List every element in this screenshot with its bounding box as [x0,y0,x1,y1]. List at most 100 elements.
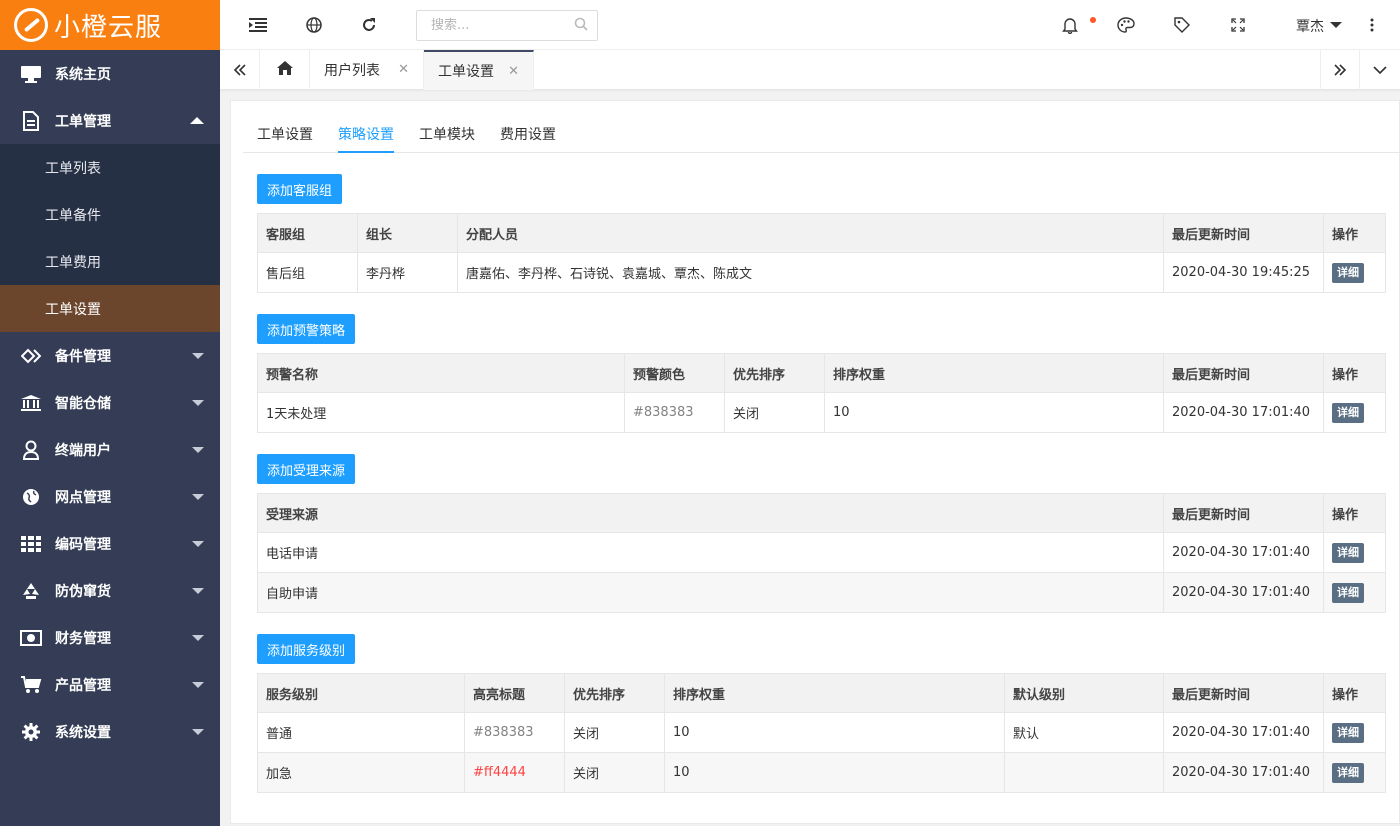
column-header: 预警名称 [257,353,625,393]
main-content: 工单设置 策略设置 工单模块 费用设置 添加客服组 客服组 组长 分配人员 最后… [230,100,1400,824]
cell-level: 加急 [257,752,465,793]
home-icon [276,60,294,80]
sidebar-item-anti-counterfeit[interactable]: 防伪窜货 [0,567,220,614]
detail-button[interactable]: 详细 [1332,762,1364,783]
table-row: 普通 #838383 关闭 10 默认 2020-04-30 17:01:40 … [257,712,1386,753]
bell-icon[interactable] [1060,15,1080,35]
sidebar-subitem-ticket-parts[interactable]: 工单备件 [0,191,220,238]
column-header: 受理来源 [257,493,1164,533]
chevron-down-icon [192,494,204,500]
column-header: 最后更新时间 [1163,673,1324,713]
fullscreen-icon[interactable] [1228,15,1248,35]
sidebar-item-parts[interactable]: 备件管理 [0,332,220,379]
column-header: 排序权重 [824,353,1164,393]
table-header-row: 服务级别 高亮标题 优先排序 排序权重 默认级别 最后更新时间 操作 [257,673,1386,713]
logo[interactable]: 小橙云服 [0,0,220,50]
sidebar-subitem-ticket-list[interactable]: 工单列表 [0,144,220,191]
chevron-down-icon[interactable] [1330,22,1342,28]
sidebar-item-warehouse[interactable]: 智能仓储 [0,379,220,426]
column-header: 排序权重 [664,673,1005,713]
cell-updated-at: 2020-04-30 17:01:40 [1163,712,1324,753]
column-header: 组长 [357,213,458,253]
sidebar-item-label: 备件管理 [55,348,111,365]
close-icon[interactable]: ✕ [398,62,409,77]
search-icon[interactable] [574,17,590,33]
sidebar-item-home[interactable]: 系统主页 [0,50,220,97]
cell-actions: 详细 [1323,752,1386,793]
table-row: 电话申请 2020-04-30 17:01:40 详细 [257,532,1386,573]
tab-ticket-settings[interactable]: 工单设置 ✕ [424,50,534,90]
tabs-scroll-left-icon[interactable] [220,50,260,90]
sidebar-item-codes[interactable]: 编码管理 [0,520,220,567]
sidebar-subitem-ticket-fees[interactable]: 工单费用 [0,238,220,285]
sidebar-item-label: 产品管理 [55,677,111,694]
search-input[interactable] [416,10,598,41]
user-name[interactable]: 覃杰 [1296,16,1324,36]
alert-strategy-table: 预警名称 预警颜色 优先排序 排序权重 最后更新时间 操作 1天未处理 #838… [257,353,1386,433]
chevron-down-icon [192,447,204,453]
detail-button[interactable]: 详细 [1332,582,1364,603]
detail-button[interactable]: 详细 [1332,722,1364,743]
subtab-strategy-settings[interactable]: 策略设置 [338,124,394,153]
sidebar-item-label: 网点管理 [55,489,111,506]
tab-label: 工单设置 [438,64,494,80]
table-row: 加急 #ff4444 关闭 10 2020-04-30 17:01:40 详细 [257,752,1386,793]
column-header: 服务级别 [257,673,465,713]
detail-button[interactable]: 详细 [1332,402,1364,423]
detail-button[interactable]: 详细 [1332,262,1364,283]
cell-members: 唐嘉佑、李丹桦、石诗锐、袁嘉城、覃杰、陈成文 [457,252,1164,293]
table-header-row: 预警名称 预警颜色 优先排序 排序权重 最后更新时间 操作 [257,353,1386,393]
subtab-ticket-modules[interactable]: 工单模块 [419,124,475,151]
more-vertical-icon[interactable] [1362,15,1382,35]
palette-icon[interactable] [1116,15,1136,35]
recycle-icon [19,581,43,601]
add-service-group-button[interactable]: 添加客服组 [257,174,343,204]
cell-sort-weight: 10 [664,752,1005,793]
cell-actions: 详细 [1323,392,1386,433]
column-header: 操作 [1323,213,1386,253]
subtab-fee-settings[interactable]: 费用设置 [500,124,556,151]
sidebar-item-products[interactable]: 产品管理 [0,661,220,708]
detail-button[interactable]: 详细 [1332,542,1364,563]
sidebar-item-outlets[interactable]: 网点管理 [0,473,220,520]
cell-priority-sort: 关闭 [724,392,825,433]
column-header: 优先排序 [564,673,665,713]
column-header: 操作 [1323,493,1386,533]
sidebar-item-system-settings[interactable]: 系统设置 [0,708,220,755]
add-alert-strategy-button[interactable]: 添加预警策略 [257,314,356,344]
sidebar-item-label: 系统设置 [55,724,111,741]
sidebar-item-end-users[interactable]: 终端用户 [0,426,220,473]
tabs-dropdown-icon[interactable] [1360,50,1400,90]
source-table: 受理来源 最后更新时间 操作 电话申请 2020-04-30 17:01:40 … [257,493,1386,613]
tag-icon[interactable] [1172,15,1192,35]
globe-icon[interactable] [304,15,324,35]
logo-icon [14,8,48,42]
sidebar-item-finance[interactable]: 财务管理 [0,614,220,661]
column-header: 操作 [1323,673,1386,713]
sidebar-subitem-ticket-settings[interactable]: 工单设置 [0,285,220,332]
column-header: 最后更新时间 [1163,353,1324,393]
cell-source: 自助申请 [257,572,1164,613]
bank-icon [19,393,43,413]
cell-actions: 详细 [1323,252,1386,293]
menu-collapse-icon[interactable] [248,15,268,35]
sidebar-item-ticket-management[interactable]: 工单管理 [0,97,220,144]
tab-user-list[interactable]: 用户列表 ✕ [310,50,424,90]
table-row: 自助申请 2020-04-30 17:01:40 详细 [257,572,1386,613]
table-header-row: 客服组 组长 分配人员 最后更新时间 操作 [257,213,1386,253]
cell-alert-color: #838383 [624,392,725,433]
tabs-scroll-right-icon[interactable] [1320,50,1360,90]
tab-label: 用户列表 [324,63,380,79]
refresh-icon[interactable] [359,15,379,35]
cell-updated-at: 2020-04-30 17:01:40 [1163,572,1324,613]
add-service-level-button[interactable]: 添加服务级别 [257,634,356,664]
cell-default-level [1004,752,1164,793]
service-level-table: 服务级别 高亮标题 优先排序 排序权重 默认级别 最后更新时间 操作 普通 #8… [257,673,1386,793]
service-group-table: 客服组 组长 分配人员 最后更新时间 操作 售后组 李丹桦 唐嘉佑、李丹桦、石诗… [257,213,1386,293]
close-icon[interactable]: ✕ [508,64,519,79]
subtab-ticket-settings[interactable]: 工单设置 [257,124,313,151]
diamond-link-icon [19,346,43,366]
cell-group: 售后组 [257,252,358,293]
home-tab[interactable] [260,50,310,90]
add-source-button[interactable]: 添加受理来源 [257,454,356,484]
